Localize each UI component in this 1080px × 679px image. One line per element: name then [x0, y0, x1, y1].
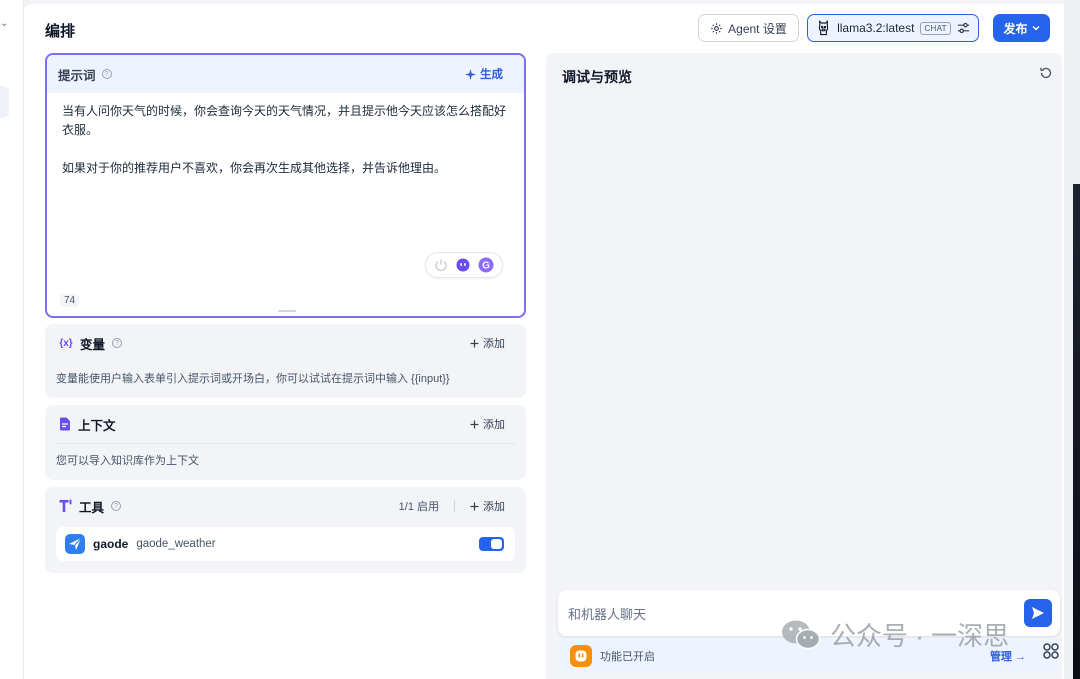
prompt-card: 提示词 ? 生成 当有人问你天气的时候，你会查询今天的天气情况，并且提示他今天应… — [45, 53, 526, 318]
wechat-logo-icon — [782, 620, 821, 649]
prompt-editor[interactable]: 当有人问你天气的时候，你会查询今天的天气情况，并且提示他今天应该怎么搭配好衣服。… — [47, 93, 524, 187]
help-icon[interactable]: ? — [112, 338, 123, 348]
chat-placeholder: 和机器人聊天 — [568, 606, 647, 622]
plus-icon — [470, 502, 479, 510]
gear-icon — [711, 22, 722, 34]
tools-enabled-count: 1/1 启用 — [398, 501, 439, 513]
publish-button[interactable]: 发布 — [993, 14, 1050, 42]
prompt-header: 提示词 ? 生成 — [47, 55, 524, 93]
prompt-paragraph-2: 如果对于你的推荐用户不喜欢，你会再次生成其他选择，并告诉他理由。 — [62, 161, 447, 175]
variable-icon: {x} — [59, 337, 73, 349]
add-tool-button[interactable]: 添加 — [470, 498, 505, 514]
gaode-icon — [65, 534, 85, 554]
document-icon — [60, 417, 70, 431]
variables-title: 变量 — [80, 337, 106, 352]
model-name: llama3.2:latest — [837, 21, 915, 35]
add-label: 添加 — [483, 419, 505, 431]
generate-label: 生成 — [480, 69, 503, 81]
chevron-down-icon — [1032, 26, 1039, 31]
refresh-icon[interactable] — [1039, 66, 1053, 80]
agent-settings-button[interactable]: Agent 设置 — [698, 14, 799, 42]
tool-provider: gaode — [93, 537, 129, 551]
tool-enabled-toggle[interactable] — [479, 537, 504, 551]
feature-status: 功能已开启 — [600, 650, 655, 663]
help-icon[interactable]: ? — [111, 501, 122, 511]
plus-icon — [470, 420, 479, 428]
bot-icon[interactable] — [456, 258, 470, 272]
help-icon[interactable]: ? — [101, 69, 112, 79]
power-icon[interactable] — [434, 258, 448, 272]
prompt-tools-pill: G — [425, 252, 503, 278]
page-title: 编排 — [45, 23, 76, 40]
context-title: 上下文 — [78, 418, 116, 433]
context-section: 上下文 添加 您可以导入知识库作为上下文 — [45, 405, 526, 480]
sliders-icon[interactable] — [957, 21, 970, 35]
tools-title: 工具 — [79, 500, 105, 515]
add-variable-button[interactable]: 添加 — [470, 335, 505, 351]
resize-handle[interactable] — [278, 310, 296, 312]
tools-icon — [59, 499, 72, 512]
prompt-paragraph-1: 当有人问你天气的时候，你会查询今天的天气情况，并且提示他今天应该怎么搭配好衣服。 — [62, 104, 507, 137]
prompt-title: 提示词 — [58, 68, 96, 83]
send-icon — [1032, 607, 1044, 619]
tools-header: 工具 ? 1/1 启用 添加 — [45, 487, 526, 525]
divider — [454, 500, 455, 512]
top-bar: 编排 Agent 设置 llama3.2:latest CHAT 发布 — [24, 4, 1064, 52]
agent-settings-label: Agent 设置 — [728, 21, 787, 36]
llama-icon — [818, 20, 829, 36]
variables-description: 变量能使用户输入表单引入提示词或开场白，你可以试试在提示词中输入 {{input… — [56, 373, 450, 385]
debug-preview-panel: 调试与预览 和机器人聊天 功能已开启 管理 → — [546, 53, 1062, 679]
svg-text:G: G — [482, 261, 490, 272]
feature-icon — [570, 644, 592, 667]
char-count: 74 — [60, 294, 80, 307]
variables-section: {x} 变量 ? 添加 变量能使用户输入表单引入提示词或开场白，你可以试试在提示… — [45, 324, 526, 398]
add-label: 添加 — [483, 338, 505, 350]
add-context-button[interactable]: 添加 — [470, 416, 505, 432]
window-edge — [1064, 0, 1080, 679]
variables-header: {x} 变量 ? 添加 — [45, 324, 526, 362]
tool-name: gaode_weather — [136, 538, 216, 550]
grammar-g-icon[interactable]: G — [478, 257, 494, 273]
context-description: 您可以导入知识库作为上下文 — [56, 455, 199, 467]
plus-icon — [470, 339, 479, 347]
model-mode-badge: CHAT — [920, 21, 951, 35]
tool-item[interactable]: gaode gaode_weather — [56, 527, 515, 561]
rail-active-indicator — [0, 86, 9, 118]
sparkle-icon — [465, 68, 476, 80]
orchestration-panel: 编排 Agent 设置 llama3.2:latest CHAT 发布 提示词 … — [24, 4, 1064, 679]
apps-grid-icon[interactable] — [1041, 641, 1061, 661]
publish-label: 发布 — [1003, 21, 1028, 36]
model-selector[interactable]: llama3.2:latest CHAT — [807, 14, 979, 42]
watermark: 公众号 · 一深思 — [780, 616, 1009, 653]
generate-button[interactable]: 生成 — [465, 66, 503, 82]
send-button[interactable] — [1024, 599, 1052, 627]
background-window — [1073, 184, 1080, 679]
tools-section: 工具 ? 1/1 启用 添加 gaode gaode_weather — [45, 487, 526, 573]
collapse-chevron-icon[interactable]: ⌄ — [0, 18, 8, 29]
left-rail: ⌄ — [0, 0, 24, 679]
watermark-text: 公众号 · 一深思 — [830, 621, 1010, 651]
context-header: 上下文 添加 — [45, 405, 526, 443]
add-label: 添加 — [483, 501, 505, 513]
debug-title: 调试与预览 — [562, 69, 632, 85]
